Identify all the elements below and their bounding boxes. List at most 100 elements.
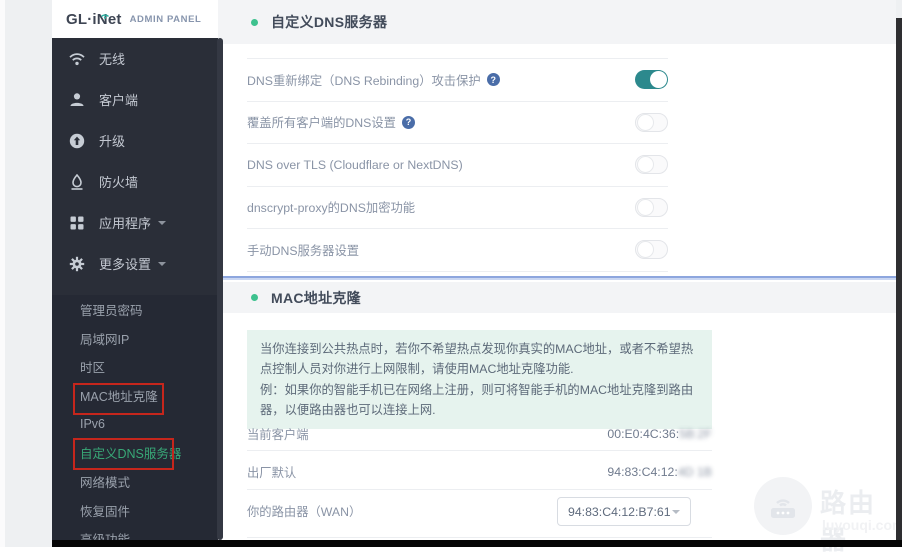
mac-clone-info-box: 当你连接到公共热点时，若你不希望热点发现你真实的MAC地址，或者不希望热点控制人… [247, 330, 712, 430]
brand-logo: GL·iNet [66, 11, 122, 28]
sidebar-item-more-settings[interactable]: 更多设置 [52, 243, 218, 284]
setting-label-text: DNS over TLS (Cloudflare or NextDNS) [247, 157, 463, 172]
chevron-down-icon [672, 509, 680, 514]
toggle-dns-rebinding[interactable] [635, 70, 668, 90]
row-divider [247, 489, 712, 490]
submenu-label: 管理员密码 [80, 303, 143, 318]
sidebar-item-label: 应用程序 [99, 216, 152, 231]
factory-default-mac: 94:83:C4:12:4D 1B [607, 465, 712, 479]
mac-masked: 4D 1B [677, 465, 712, 479]
sidebar-item-wireless[interactable]: 无线 [52, 38, 218, 79]
mac-masked: 5B:2F [679, 427, 712, 441]
setting-label: 手动DNS服务器设置 [247, 241, 359, 259]
submenu-item-mac-clone[interactable]: MAC地址克隆 [52, 381, 218, 410]
scrollbar[interactable] [217, 38, 223, 540]
submenu-label: IPv6 [80, 417, 106, 432]
brand-text: GL·iNet [66, 10, 122, 28]
row-label: 你的路由器（WAN） [247, 505, 362, 519]
submenu-item-timezone[interactable]: 时区 [52, 352, 218, 381]
page-right-edge [896, 18, 902, 547]
watermark-router-icon [754, 477, 812, 535]
clients-icon [68, 92, 86, 108]
firewall-icon [68, 173, 86, 190]
page-left-margin [0, 0, 5, 547]
sidebar-item-label: 防火墙 [99, 175, 139, 190]
setting-label: dnscrypt-proxy的DNS加密功能 [247, 198, 415, 216]
help-icon[interactable]: ? [486, 73, 500, 87]
setting-label-text: dnscrypt-proxy的DNS加密功能 [247, 201, 416, 216]
section-dot-icon [251, 294, 258, 301]
toggle-knob [637, 241, 654, 259]
sidebar-item-label: 升级 [99, 134, 126, 149]
submenu-item-ipv6[interactable]: IPv6 [52, 410, 218, 439]
submenu-item-network-mode[interactable]: 网络模式 [52, 467, 218, 496]
sidebar-item-clients[interactable]: 客户端 [52, 79, 218, 120]
toggle-manual-dns[interactable] [635, 240, 668, 260]
setting-row-dnscrypt: dnscrypt-proxy的DNS加密功能 [247, 187, 668, 229]
wan-mac-select-value: 94:83:C4:12:B7:61 [568, 504, 671, 519]
section-title: 自定义DNS服务器 [271, 14, 388, 30]
submenu-item-lan-ip[interactable]: 局域网IP [52, 324, 218, 353]
sidebar-item-firewall[interactable]: 防火墙 [52, 161, 218, 202]
sidebar-item-upgrade[interactable]: 升级 [52, 120, 218, 161]
row-divider [247, 450, 712, 451]
submenu-item-restore-firmware[interactable]: 恢复固件 [52, 496, 218, 525]
setting-label-text: 覆盖所有客户端的DNS设置 [247, 116, 396, 131]
submenu-label: 恢复固件 [80, 504, 131, 519]
submenu-label: 局域网IP [80, 332, 130, 347]
antenna-icon [100, 6, 110, 23]
sidebar-menu: 无线 客户端 升级 防火墙 应用程序 更多设置 [52, 38, 218, 284]
submenu-label: 网络模式 [80, 475, 131, 490]
submenu-item-admin-password[interactable]: 管理员密码 [52, 295, 218, 324]
row-label: 当前客户端 [247, 428, 309, 442]
section-header-mac-clone: MAC地址克隆 [218, 282, 896, 313]
setting-row-manual-dns: 手动DNS服务器设置 [247, 229, 668, 272]
row-label: 出厂默认 [247, 466, 297, 480]
toggle-knob [637, 156, 654, 174]
section-header-custom-dns: 自定义DNS服务器 [218, 0, 896, 44]
submenu-item-custom-dns[interactable]: 自定义DNS服务器 [52, 438, 218, 467]
section-dot-icon [251, 18, 258, 26]
more-settings-submenu: 管理员密码 局域网IP 时区 MAC地址克隆 IPv6 自定义DNS服务器 网络… [52, 295, 218, 547]
setting-row-override-dns: 覆盖所有客户端的DNS设置 ? [247, 102, 668, 144]
applications-icon [68, 215, 86, 231]
sidebar-item-label: 更多设置 [99, 257, 152, 272]
toggle-knob [637, 198, 654, 216]
row-factory-default: 出厂默认 94:83:C4:12:4D 1B [247, 456, 712, 488]
setting-label: DNS over TLS (Cloudflare or NextDNS) [247, 158, 463, 172]
admin-panel-page: GL·iNet ADMIN PANEL 无线 客户端 升级 防火墙 应用程序 更… [0, 0, 902, 555]
sidebar-item-label: 客户端 [99, 93, 139, 108]
help-icon[interactable]: ? [401, 115, 415, 129]
chevron-down-icon [158, 261, 167, 266]
toggle-dns-over-tls[interactable] [635, 155, 668, 175]
admin-panel-label: ADMIN PANEL [129, 13, 202, 25]
dns-settings-list: DNS重新绑定（DNS Rebinding）攻击保护 ? 覆盖所有客户端的DNS… [247, 58, 668, 272]
submenu-label: 时区 [80, 361, 106, 376]
sidebar: GL·iNet ADMIN PANEL 无线 客户端 升级 防火墙 应用程序 更… [52, 0, 218, 547]
page-bottom-bar [52, 540, 902, 547]
setting-label: DNS重新绑定（DNS Rebinding）攻击保护 ? [247, 71, 500, 89]
submenu-item-advanced[interactable]: 高级功能 [52, 525, 218, 554]
setting-row-dns-over-tls: DNS over TLS (Cloudflare or NextDNS) [247, 144, 668, 187]
wan-mac-select[interactable]: 94:83:C4:12:B7:61 [557, 497, 691, 526]
logo: GL·iNet ADMIN PANEL [52, 0, 218, 38]
setting-label: 覆盖所有客户端的DNS设置 ? [247, 113, 415, 131]
row-divider [247, 537, 712, 538]
main-content: 自定义DNS服务器 DNS重新绑定（DNS Rebinding）攻击保护 ? 覆… [218, 0, 902, 555]
toggle-override-dns[interactable] [635, 112, 668, 132]
toggle-dnscrypt[interactable] [635, 197, 668, 217]
toggle-knob [650, 71, 667, 89]
sidebar-item-label: 无线 [99, 52, 126, 67]
setting-label-text: 手动DNS服务器设置 [247, 243, 360, 258]
setting-label-text: DNS重新绑定（DNS Rebinding）攻击保护 [247, 73, 481, 88]
mac-visible: 00:E0:4C:36: [607, 427, 680, 441]
setting-row-dns-rebinding: DNS重新绑定（DNS Rebinding）攻击保护 ? [247, 59, 668, 102]
current-client-mac: 00:E0:4C:36:5B:2F [607, 427, 712, 441]
submenu-label: MAC地址克隆 [80, 389, 158, 404]
gear-icon [68, 256, 86, 272]
upgrade-icon [68, 133, 86, 149]
submenu-label: 自定义DNS服务器 [80, 447, 182, 462]
sidebar-item-applications[interactable]: 应用程序 [52, 202, 218, 243]
watermark-domain: luyouqi.com [822, 517, 902, 533]
mac-visible: 94:83:C4:12: [607, 465, 678, 479]
